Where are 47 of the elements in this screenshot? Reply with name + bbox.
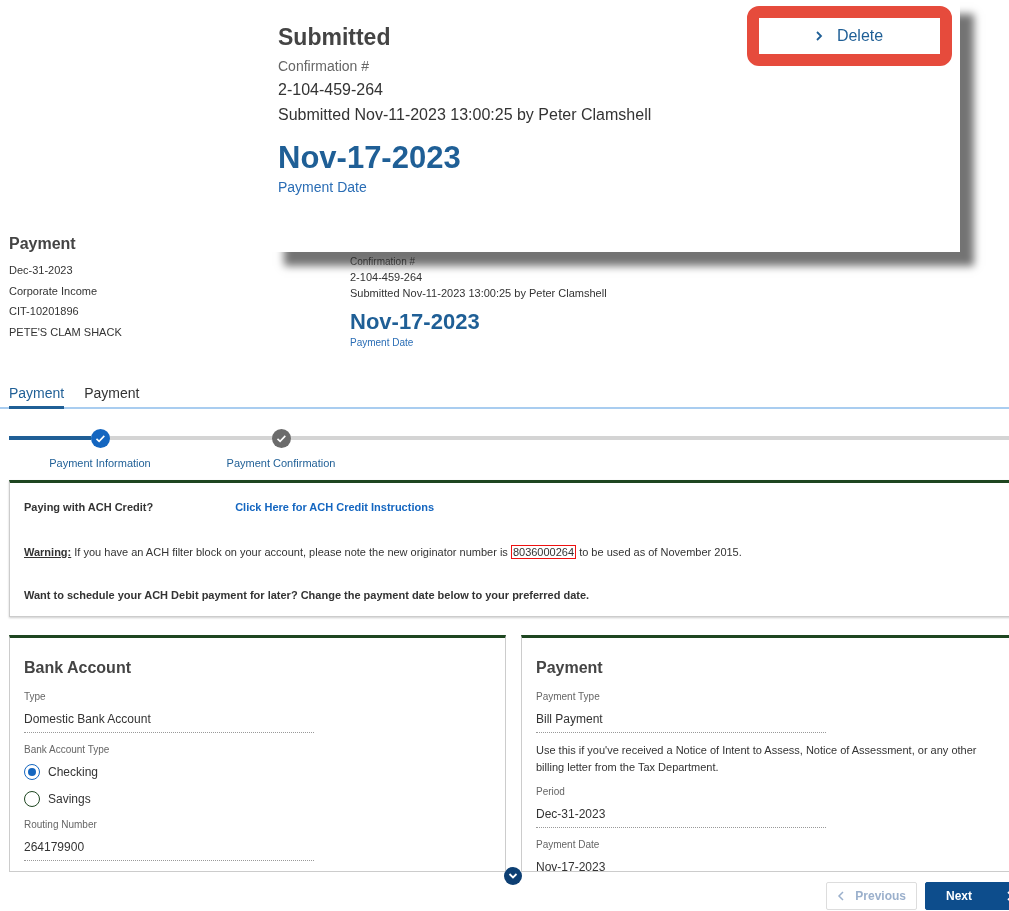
confirmation-number: 2-104-459-264 [350, 270, 424, 285]
chevron-right-icon [814, 30, 823, 42]
tab[interactable]: Payment [9, 383, 65, 409]
field-label: Payment Date [536, 837, 601, 852]
field-value: 264179900 [24, 837, 314, 861]
submitted-info: Submitted Nov-11-2023 13:00:25 by Peter Clamshell [350, 286, 607, 301]
step-label[interactable]: Payment Information [49, 455, 151, 472]
radio-option[interactable]: Checking [24, 762, 99, 781]
confirmation-label: Confirmation # [350, 255, 417, 269]
help-text: Use this if you've received a Notice of Intent to Assess, Notice of Assessment, or any other billing letter from the Tax Department. [536, 742, 978, 775]
schedule-text: Want to schedule your ACH Debit payment for later? Change the payment date below to your preferred date. [24, 588, 591, 603]
field-label: Period [536, 784, 566, 799]
payment-date: Nov-17-2023 [278, 139, 461, 177]
chevron-down-icon [508, 872, 518, 880]
payment-date-label: Payment Date [278, 178, 367, 197]
field-label: Routing Number [24, 817, 98, 832]
summary-line: Dec-31-2023 [9, 263, 74, 278]
summary-title: Payment [9, 234, 77, 254]
warning-text: Warning: If you have an ACH filter block on your account, please note the new originator number is 8036000264 to be used as of November 2015. [24, 543, 743, 560]
confirmation-label: Confirmation # [278, 57, 370, 76]
step-check-icon [272, 429, 291, 448]
panel-title: Payment [536, 657, 604, 678]
confirmation-number: 2-104-459-264 [278, 80, 383, 100]
payment-date-label: Payment Date [350, 336, 415, 350]
summary-line: PETE'S CLAM SHACK [9, 324, 123, 340]
field-value: Domestic Bank Account [24, 709, 314, 733]
question-label: Paying with ACH Credit? [24, 501, 154, 513]
next-button[interactable]: Next [925, 882, 1009, 910]
field-value: Nov-17-2023 [536, 857, 826, 871]
field-value: Bill Payment [536, 709, 826, 733]
summary-line: Corporate Income [9, 283, 99, 299]
scroll-down-button[interactable] [504, 867, 522, 885]
field-label: Type [24, 689, 47, 704]
payment-date: Nov-17-2023 [350, 309, 481, 335]
tab[interactable]: Payment [84, 383, 140, 409]
field-value: Dec-31-2023 [536, 804, 826, 828]
step-label[interactable]: Payment Confirmation [226, 455, 336, 472]
field-label: Payment Type [536, 689, 601, 704]
chevron-left-icon [837, 890, 845, 902]
field-label: Bank Account Type [24, 742, 111, 757]
summary-line: CIT-10201896 [9, 304, 80, 319]
panel-title: Bank Account [24, 657, 132, 678]
ach-instructions-link[interactable]: Click Here for ACH Credit Instructions [235, 501, 434, 513]
step-check-icon [91, 429, 110, 448]
radio-option[interactable]: Savings [24, 789, 91, 808]
submitted-info: Submitted Nov-11-2023 13:00:25 by Peter Clamshell [278, 105, 652, 125]
status-heading: Submitted [278, 23, 391, 52]
